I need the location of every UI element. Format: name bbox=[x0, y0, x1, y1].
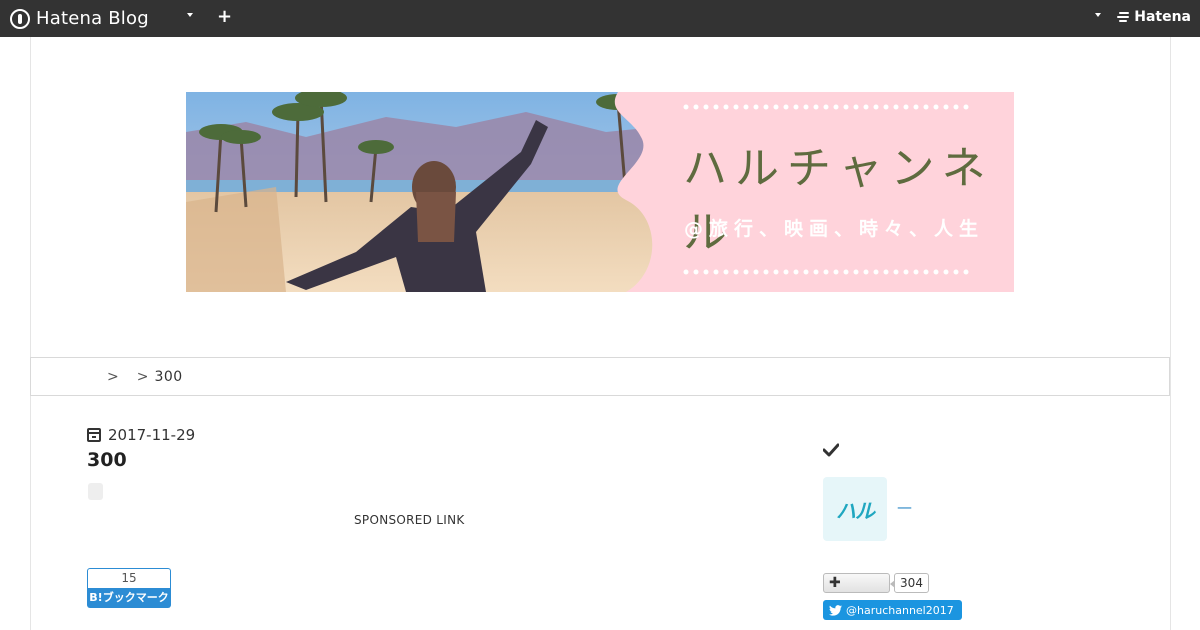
breadcrumb-separator: > bbox=[136, 368, 149, 385]
twitter-follow-button[interactable]: @haruchannel2017 bbox=[823, 600, 962, 620]
subscribe-reader-button[interactable]: ✚ bbox=[823, 573, 890, 593]
blog-header-banner[interactable]: ハルチャンネル @旅行、映画、時々、人生 bbox=[186, 92, 1014, 292]
logo-text: Hatena Blog bbox=[36, 8, 149, 29]
account-menu-chevron-down-icon[interactable] bbox=[1095, 13, 1101, 17]
banner-subtitle: @旅行、映画、時々、人生 bbox=[684, 218, 985, 240]
bookmark-label: B!ブックマーク bbox=[87, 588, 171, 608]
entry-date-text: 2017-11-29 bbox=[108, 426, 196, 444]
hatena-blog-logo-icon bbox=[10, 8, 30, 29]
check-icon bbox=[823, 443, 839, 457]
global-header-bar: Hatena Blog + Hatena bbox=[0, 0, 1200, 37]
hatena-wing-icon bbox=[1117, 12, 1131, 22]
calendar-icon bbox=[87, 428, 101, 442]
breadcrumb-current: 300 bbox=[154, 368, 183, 385]
sponsored-link-label: SPONSORED LINK bbox=[354, 513, 465, 527]
breadcrumb-separator: > bbox=[107, 368, 119, 385]
plus-icon: ✚ bbox=[829, 575, 841, 591]
blog-menu-chevron-down-icon[interactable] bbox=[187, 13, 193, 17]
hatena-bookmark-button[interactable]: 15 B!ブックマーク bbox=[87, 568, 171, 608]
profile-name-link[interactable]: — bbox=[897, 498, 912, 516]
hatena-blog-logo[interactable]: Hatena Blog bbox=[10, 8, 149, 29]
avatar-text: ハル bbox=[836, 498, 875, 523]
hatena-text: Hatena bbox=[1134, 9, 1191, 25]
twitter-bird-icon bbox=[829, 604, 842, 616]
entry-title[interactable]: 300 bbox=[87, 449, 127, 471]
new-post-plus-icon[interactable]: + bbox=[217, 6, 232, 27]
breadcrumb: > > 300 bbox=[30, 357, 1170, 396]
profile-avatar[interactable]: ハル bbox=[823, 477, 887, 541]
bookmark-count: 15 bbox=[87, 568, 171, 588]
reader-count: 304 bbox=[890, 573, 929, 593]
entry-date[interactable]: 2017-11-29 bbox=[87, 426, 195, 444]
entry-category-tag[interactable] bbox=[88, 483, 103, 500]
hatena-home-link[interactable]: Hatena bbox=[1117, 9, 1191, 25]
twitter-handle: @haruchannel2017 bbox=[846, 603, 954, 617]
